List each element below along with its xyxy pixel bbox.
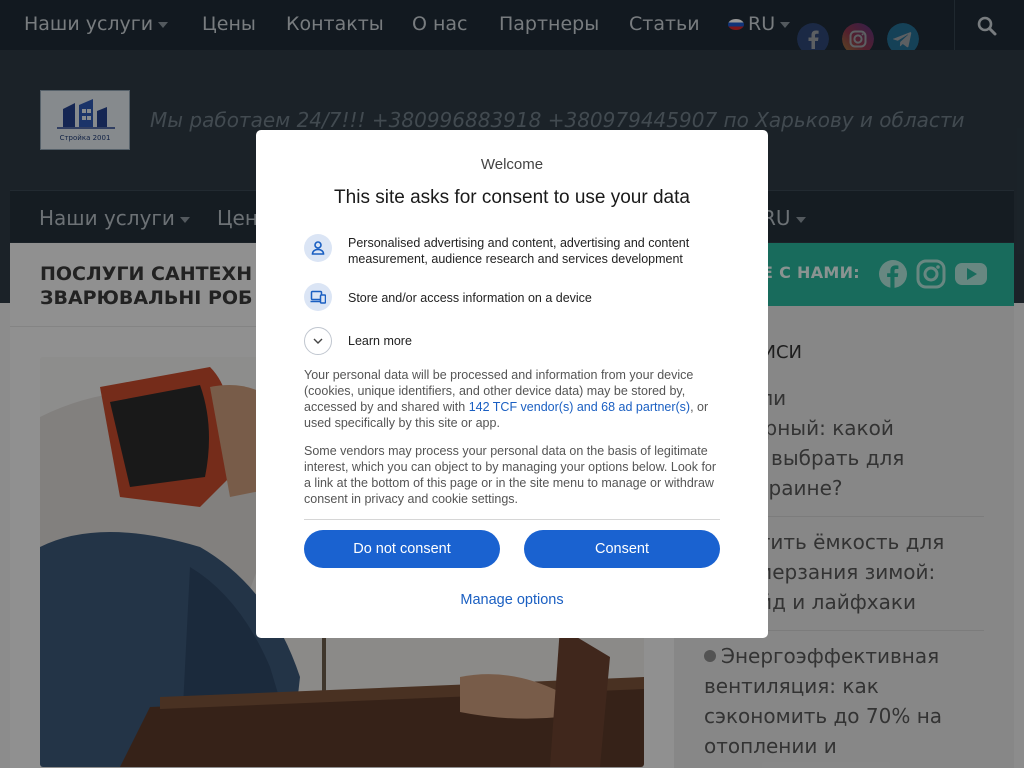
consent-button[interactable]: Consent (524, 530, 720, 568)
learn-more-label: Learn more (348, 334, 412, 348)
consent-dialog: Welcome This site asks for consent to us… (256, 130, 768, 638)
person-icon (304, 234, 332, 262)
divider (304, 519, 720, 520)
do-not-consent-button[interactable]: Do not consent (304, 530, 500, 568)
consent-paragraph: Your personal data will be processed and… (304, 368, 709, 430)
manage-options-link[interactable]: Manage options (256, 592, 768, 608)
purpose-text: Personalised advertising and content, ad… (348, 236, 690, 266)
legitimate-interest-paragraph: Some vendors may process your personal d… (304, 444, 717, 506)
dialog-heading: This site asks for consent to use your d… (334, 187, 690, 208)
dialog-welcome: Welcome (480, 156, 544, 173)
devices-icon (304, 283, 332, 311)
purpose-text: Store and/or access information on a dev… (348, 291, 592, 305)
chevron-down-icon (304, 327, 332, 355)
vendors-link[interactable]: 142 TCF vendor(s) and 68 ad partner(s) (469, 400, 690, 414)
